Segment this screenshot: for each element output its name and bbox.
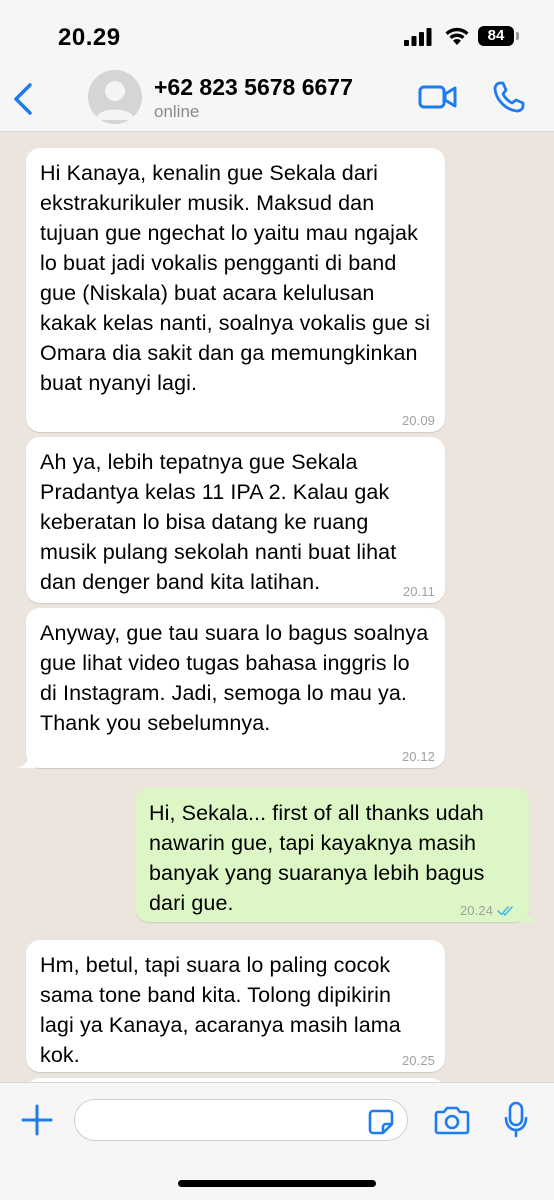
camera-icon[interactable] (434, 1105, 470, 1135)
contact-status: online (154, 102, 200, 121)
phone-icon[interactable] (492, 80, 526, 114)
chat-header: +62 823 5678 6677 online (0, 60, 554, 132)
message-text: Ah ya, lebih tepatnya gue Sekala Pradant… (40, 450, 397, 594)
status-time: 20.29 (58, 24, 121, 51)
message-text: Hi, Sekala... first of all thanks udah n… (149, 801, 485, 915)
avatar[interactable] (88, 70, 142, 124)
home-indicator[interactable] (178, 1180, 376, 1187)
microphone-icon[interactable] (504, 1101, 528, 1139)
battery-icon: 84 (478, 26, 519, 46)
message-bubble-incoming[interactable]: Hm, betul, tapi suara lo paling cocok sa… (26, 940, 445, 1072)
bubble-tail (18, 752, 36, 768)
sticker-icon[interactable] (368, 1109, 394, 1135)
message-time: 20.25 (401, 1053, 435, 1068)
cellular-signal-icon (404, 28, 432, 46)
back-icon[interactable] (12, 82, 34, 116)
avatar-placeholder-icon (95, 81, 135, 120)
message-input[interactable] (74, 1099, 408, 1141)
message-bubble-outgoing[interactable]: Hi, Sekala... first of all thanks udah n… (135, 788, 537, 922)
message-time: 20.11 (402, 584, 435, 599)
message-time: 20.24 (459, 903, 493, 918)
chat-messages[interactable]: Hi Kanaya, kenalin gue Sekala dari ekstr… (0, 132, 554, 1082)
plus-icon[interactable] (20, 1103, 54, 1137)
message-bubble-incoming[interactable]: Ah ya, lebih tepatnya gue Sekala Pradant… (26, 437, 445, 603)
wifi-icon (445, 27, 469, 45)
video-call-icon[interactable] (418, 84, 458, 110)
message-time: 20.12 (401, 749, 435, 764)
message-bubble-incoming[interactable]: Hi Kanaya, kenalin gue Sekala dari ekstr… (26, 148, 445, 432)
bubble-tail (519, 906, 537, 922)
message-bubble-incoming[interactable]: Anyway, gue tau suara lo bagus soalnya g… (18, 608, 445, 768)
contact-name[interactable]: +62 823 5678 6677 (154, 74, 353, 101)
message-time: 20.09 (401, 413, 435, 428)
message-text: Hi Kanaya, kenalin gue Sekala dari ekstr… (40, 161, 431, 395)
read-receipt-icon (497, 906, 513, 917)
message-text: Hm, betul, tapi suara lo paling cocok sa… (40, 953, 401, 1067)
message-text: Anyway, gue tau suara lo bagus soalnya g… (40, 621, 429, 735)
